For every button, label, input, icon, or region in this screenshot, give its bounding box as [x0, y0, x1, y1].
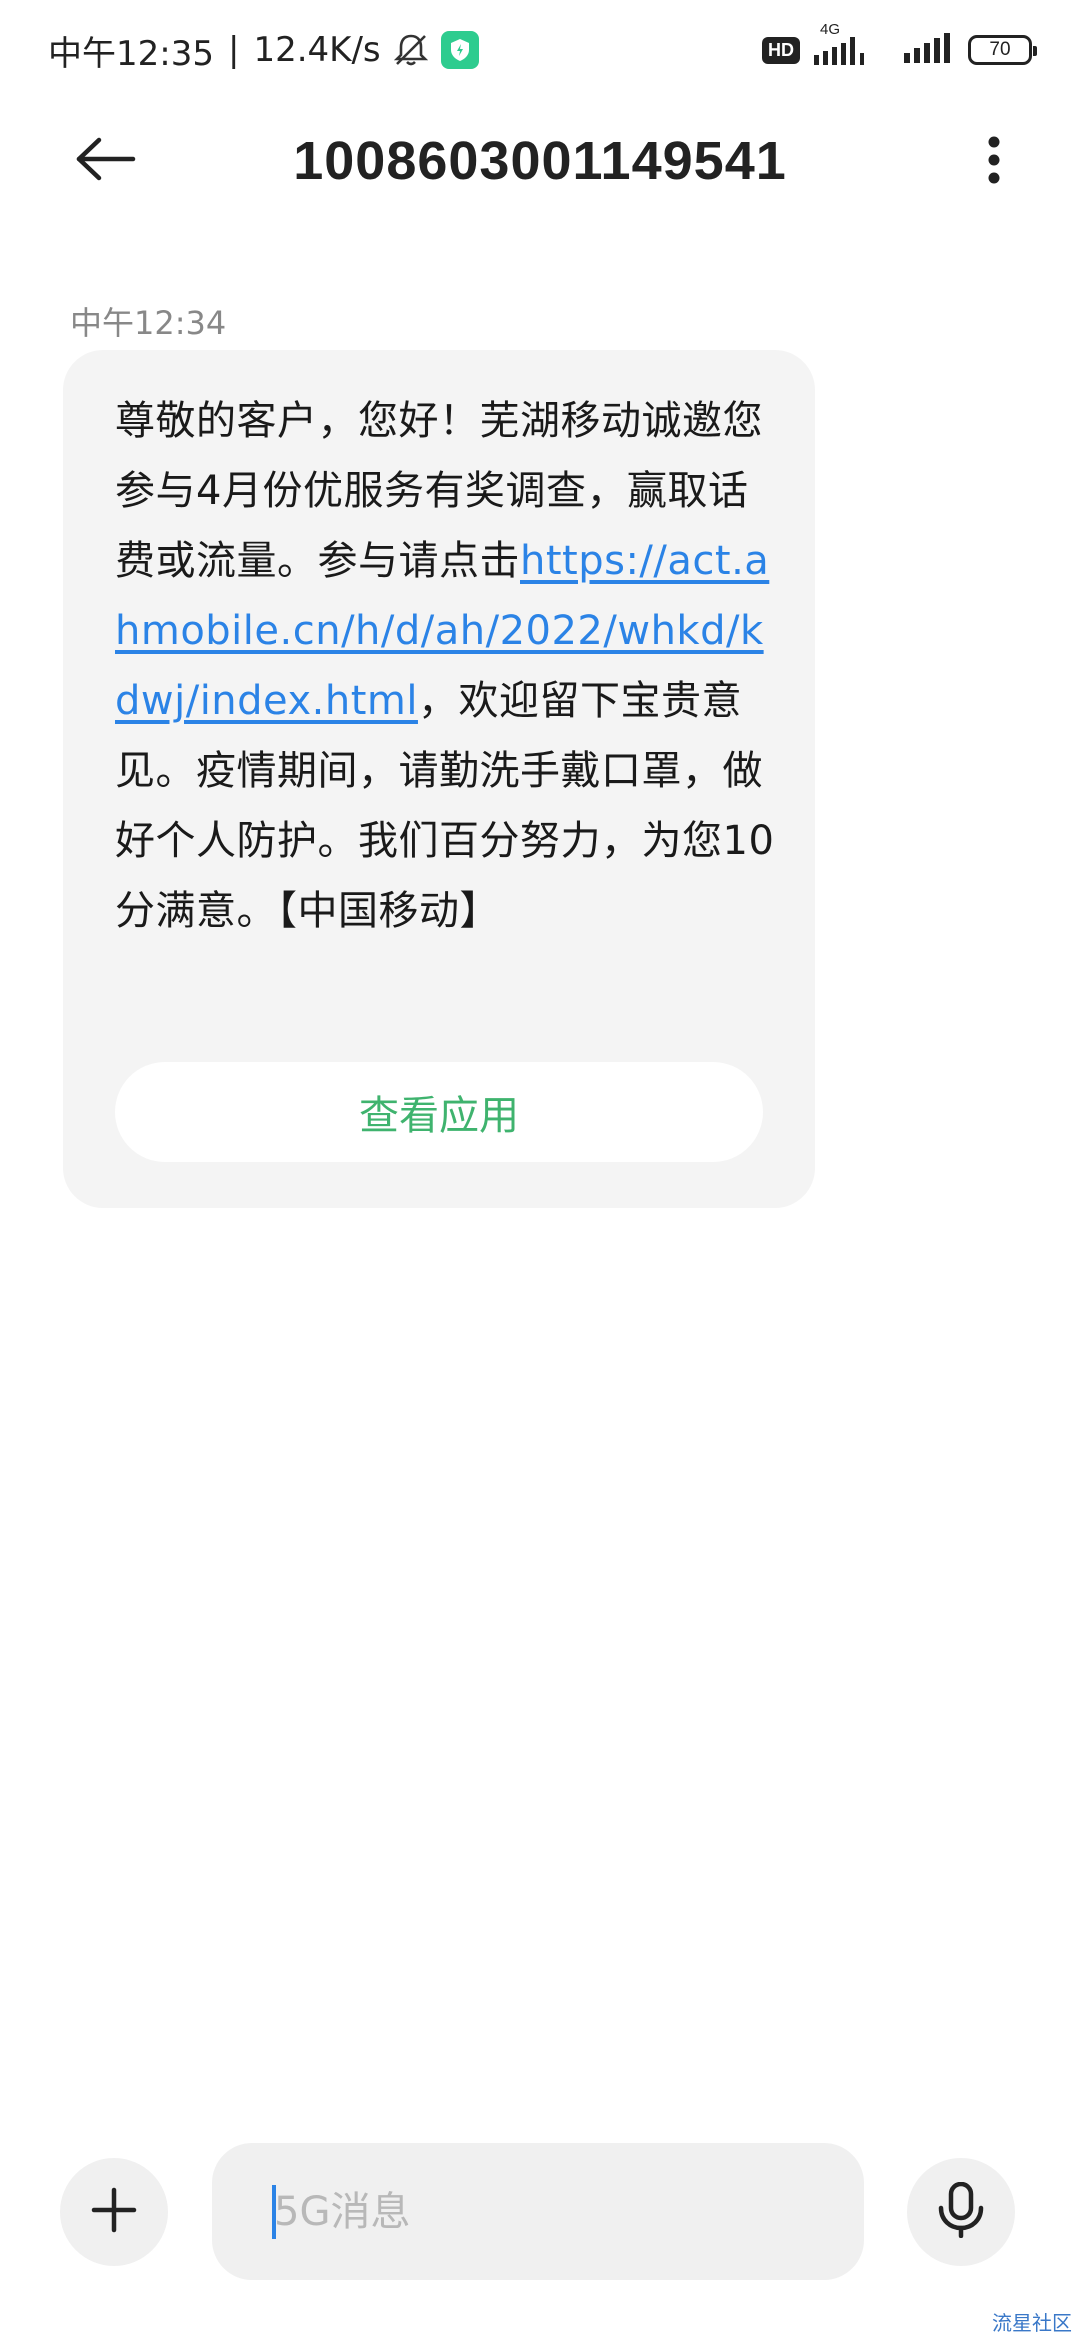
microphone-icon — [935, 2181, 987, 2242]
message-input[interactable] — [272, 2187, 864, 2236]
status-right: HD 4G 70 — [762, 21, 1037, 74]
status-time: 中午12:35 — [48, 33, 214, 74]
message-input-container[interactable] — [212, 2143, 864, 2280]
bell-off-icon — [391, 30, 431, 70]
signal-icon-2 — [904, 33, 954, 67]
app-badge-icon — [440, 31, 479, 69]
network-type: 4G — [820, 21, 841, 38]
view-app-button[interactable]: 查看应用 — [115, 1062, 763, 1162]
status-left: 中午12:35 | 12.4K/s — [48, 22, 479, 78]
status-separator: | — [227, 30, 240, 70]
signal-icon: 4G — [814, 21, 890, 65]
text-caret — [272, 2185, 276, 2239]
battery-icon: 70 — [968, 35, 1037, 65]
more-vertical-icon — [987, 136, 1001, 188]
message-text: 尊敬的客户，您好！芜湖移动诚邀您参与4月份优服务有奖调查，赢取话费或流量。参与请… — [115, 386, 775, 946]
attach-button[interactable] — [60, 2158, 168, 2266]
message-timestamp: 中午12:34 — [70, 304, 227, 342]
status-network-speed: 12.4K/s — [253, 30, 381, 70]
status-bar: 中午12:35 | 12.4K/s HD 4G 70 — [0, 0, 1080, 100]
voice-input-button[interactable] — [907, 2158, 1015, 2266]
hd-badge: HD — [762, 36, 800, 64]
more-options-button[interactable] — [964, 130, 1024, 194]
watermark: 流星社区 — [992, 2311, 1072, 2335]
plus-icon — [90, 2186, 138, 2238]
conversation-title: 1008603001149541 — [293, 131, 787, 191]
message-bubble[interactable]: 尊敬的客户，您好！芜湖移动诚邀您参与4月份优服务有奖调查，赢取话费或流量。参与请… — [63, 350, 815, 1208]
conversation-header: 1008603001149541 — [0, 100, 1080, 220]
battery-level: 70 — [989, 39, 1011, 60]
